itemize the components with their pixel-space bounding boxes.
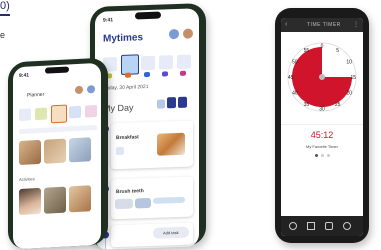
- planner-screen: 9:41 Mytimes Friday, 30 April 2021 My Da…: [95, 8, 199, 250]
- partial-side-text: e: [0, 30, 6, 40]
- tab-icon[interactable]: [177, 54, 191, 69]
- timer-tab-icon[interactable]: [289, 222, 297, 230]
- activity-photo[interactable]: [44, 186, 66, 214]
- view-toggle-button[interactable]: [157, 99, 165, 109]
- link-underline: [0, 14, 10, 16]
- dial-number: 5: [336, 48, 339, 54]
- add-task-label: Add task: [163, 229, 179, 236]
- toothbrush-image: [153, 196, 185, 204]
- view-toggle-button-active[interactable]: [167, 97, 176, 109]
- planner-phone-front: 9:41 Planner Activities: [8, 57, 108, 250]
- status-time: 9:41: [103, 17, 114, 24]
- task-card-breakfast[interactable]: Breakfast: [111, 120, 193, 170]
- notch: [135, 11, 161, 20]
- page-dot: [327, 154, 330, 157]
- tab-icon-active[interactable]: [121, 54, 139, 75]
- activity-photo[interactable]: [69, 185, 91, 213]
- timer-screen: TIME TIMER ‹ ⋮ 0 5 10 15 20 25 30 35 40 45 50 55 45…: [281, 18, 363, 236]
- task-label: Brush teeth: [116, 188, 144, 196]
- tab-icon[interactable]: [141, 55, 155, 71]
- tab-icon[interactable]: [35, 107, 47, 121]
- task-icon: [116, 146, 124, 156]
- avatar[interactable]: [183, 28, 193, 39]
- date-text: Friday, 30 April 2021: [103, 83, 149, 92]
- activity-photo[interactable]: [44, 138, 66, 164]
- timer-dial[interactable]: 0 5 10 15 20 25 30 35 40 45 50 55: [285, 40, 359, 114]
- list-tab-icon[interactable]: [307, 222, 315, 230]
- header-title: Planner: [27, 91, 45, 99]
- tab-icon-active[interactable]: [51, 104, 67, 124]
- avatar[interactable]: [87, 85, 95, 94]
- dial-number: 40: [292, 91, 298, 97]
- tab-color-icon: [180, 70, 186, 76]
- dial-number: 20: [346, 91, 352, 97]
- divider: [281, 124, 363, 125]
- section-label: Activities: [19, 176, 35, 183]
- page-dot: [321, 154, 324, 157]
- tab-color-icon: [162, 71, 168, 77]
- filter-bar[interactable]: [19, 124, 97, 135]
- status-time: 9:41: [19, 72, 30, 80]
- remaining-time: 45:12: [310, 130, 334, 140]
- dial-number: 25: [335, 102, 341, 108]
- timer-phone: TIME TIMER ‹ ⋮ 0 5 10 15 20 25 30 35 40 45 50 55 45…: [275, 8, 369, 243]
- dial-number: 10: [346, 59, 352, 65]
- dial-center: [319, 74, 325, 80]
- timer-name: My Favorite Timer: [305, 144, 338, 149]
- partial-text: 0): [0, 0, 10, 12]
- tab-icon[interactable]: [159, 55, 173, 70]
- task-label: Breakfast: [116, 134, 139, 142]
- dial-number: 45: [288, 75, 294, 81]
- tab-color-icon: [144, 71, 150, 78]
- dial-number: 30: [319, 106, 325, 112]
- task-card-brush-teeth[interactable]: Brush teeth: [111, 176, 193, 220]
- breakfast-image: [157, 132, 185, 156]
- activity-photo[interactable]: [19, 187, 41, 216]
- tab-icon[interactable]: [85, 104, 97, 118]
- task-card[interactable]: Add task: [111, 222, 193, 248]
- page-dot: [315, 154, 318, 157]
- add-task-button[interactable]: Add task: [153, 226, 189, 239]
- planner-screen-front: 9:41 Planner Activities: [13, 62, 101, 250]
- dial-number: 55: [304, 48, 310, 54]
- timer-app-title: TIME TIMER: [307, 22, 341, 28]
- activity-photo[interactable]: [19, 139, 41, 166]
- back-icon[interactable]: ‹: [285, 21, 287, 28]
- toothbrush-image: [115, 198, 133, 210]
- dial-number: 35: [304, 102, 310, 108]
- notch: [45, 66, 69, 74]
- dial-number: 15: [351, 75, 357, 81]
- tab-color-icon: [125, 72, 131, 78]
- tab-icon[interactable]: [19, 108, 31, 122]
- avatar[interactable]: [75, 85, 83, 95]
- dial-number: 50: [292, 59, 298, 65]
- tab-icon[interactable]: [69, 105, 81, 119]
- view-toggle-button-active[interactable]: [178, 96, 187, 108]
- settings-tab-icon[interactable]: [343, 222, 351, 230]
- toothbrush-image: [135, 197, 151, 209]
- dial-number: 0: [321, 44, 324, 50]
- app-logo: Mytimes: [103, 32, 144, 45]
- menu-icon[interactable]: ⋮: [353, 21, 359, 28]
- activity-photo[interactable]: [69, 137, 91, 163]
- avatar[interactable]: [169, 28, 179, 40]
- group-tab-icon[interactable]: [325, 222, 333, 230]
